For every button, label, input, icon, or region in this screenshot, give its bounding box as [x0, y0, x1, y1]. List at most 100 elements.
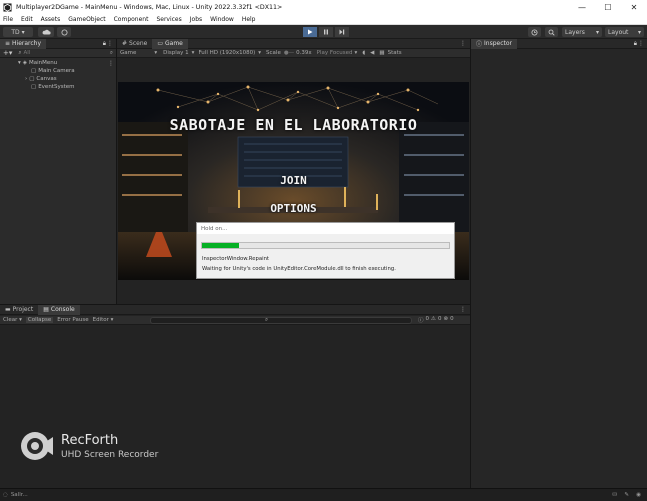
- layout-label: Layout: [608, 28, 629, 36]
- collab-icon: [61, 29, 67, 35]
- tab-game[interactable]: ▭ Game: [152, 38, 188, 49]
- tab-console[interactable]: ▤ Console: [38, 304, 80, 315]
- scene-icon: ◈: [22, 60, 27, 66]
- pause-button[interactable]: [319, 27, 333, 37]
- history-button[interactable]: [528, 27, 541, 37]
- title-bar: Multiplayer2DGame - MainMenu - Windows, …: [0, 0, 647, 14]
- menu-component[interactable]: Component: [114, 16, 149, 23]
- chevron-down-icon: ▾: [154, 50, 158, 56]
- menu-gameobject[interactable]: GameObject: [68, 16, 105, 23]
- step-button[interactable]: [335, 27, 349, 37]
- info-count: 0: [425, 316, 430, 322]
- more-icon[interactable]: ⋮: [460, 40, 466, 47]
- menu-edit[interactable]: Edit: [21, 16, 33, 23]
- status-text: Sallr...: [10, 492, 28, 498]
- layout-dropdown[interactable]: Layout ▾: [605, 27, 644, 37]
- more-icon[interactable]: ⋮: [107, 40, 113, 47]
- gizmos-icon[interactable]: ▦: [379, 50, 384, 56]
- play-button[interactable]: [303, 27, 317, 37]
- minimize-button[interactable]: —: [569, 3, 595, 12]
- cloud-icon: [42, 29, 51, 35]
- menu-help[interactable]: Help: [242, 16, 256, 23]
- tab-project[interactable]: ▬ Project: [0, 305, 38, 315]
- hierarchy-search-input[interactable]: All: [23, 50, 30, 56]
- watermark-subtitle: UHD Screen Recorder: [61, 449, 159, 460]
- chevron-down-icon: ▾: [354, 50, 358, 56]
- cloud-button[interactable]: [38, 27, 54, 37]
- hierarchy-item-eventsystem[interactable]: ▢ EventSystem: [31, 84, 74, 90]
- scale-slider[interactable]: ●—: [284, 50, 294, 56]
- display-dropdown[interactable]: Display 1: [163, 50, 189, 56]
- console-icon: ▤: [43, 306, 49, 313]
- audio-icon[interactable]: ◀: [370, 50, 374, 56]
- more-icon[interactable]: ⋮: [460, 306, 466, 313]
- history-icon: [531, 29, 538, 35]
- game-mode-dropdown[interactable]: Game: [120, 50, 136, 56]
- lock-icon[interactable]: 🔒︎: [103, 40, 106, 48]
- menu-window[interactable]: Window: [210, 16, 234, 23]
- info-icon: ⓘ: [476, 41, 483, 48]
- watermark-title: RecForth: [61, 432, 119, 448]
- play-focused-dropdown[interactable]: Play Focused: [317, 50, 353, 56]
- more-icon[interactable]: ⋮: [638, 40, 644, 47]
- search-icon: [548, 29, 555, 36]
- hierarchy-panel: ≡ Hierarchy 🔒︎ ⋮ +▾ ⌕ All ⌕ ▾ ◈ MainMenu…: [0, 38, 117, 304]
- chevron-down-icon: ▾: [258, 50, 262, 56]
- stats-button[interactable]: Stats: [388, 50, 402, 56]
- search-button[interactable]: [545, 27, 558, 37]
- collab-button[interactable]: [57, 27, 71, 37]
- layers-dropdown[interactable]: Layers ▾: [562, 27, 602, 37]
- tab-inspector[interactable]: ⓘ Inspector: [471, 38, 518, 49]
- menu-services[interactable]: Services: [156, 16, 181, 23]
- inspector-panel: ⓘ Inspector 🔒︎ ⋮: [470, 38, 647, 488]
- join-button[interactable]: JOIN: [118, 174, 469, 187]
- warning-count-icon[interactable]: ⚠: [431, 316, 436, 324]
- hierarchy-item-main-camera[interactable]: ▢ Main Camera: [31, 68, 75, 74]
- hierarchy-item-mainmenu[interactable]: ▾ ◈ MainMenu: [18, 60, 57, 66]
- hierarchy-item-canvas[interactable]: › ▢ Canvas: [25, 76, 57, 82]
- dialog-message: Waiting for Unity's code in UnityEditor.…: [202, 266, 396, 272]
- tab-scene[interactable]: # Scene: [117, 39, 152, 49]
- clear-button[interactable]: Clear ▾: [3, 317, 22, 323]
- editor-dropdown[interactable]: Editor ▾: [93, 317, 114, 323]
- debug-icon[interactable]: ✎: [624, 492, 629, 498]
- options-button[interactable]: OPTIONS: [118, 202, 469, 215]
- cache-server-icon[interactable]: ⛁: [612, 492, 617, 498]
- progress-fill: [202, 243, 240, 248]
- notifications-icon[interactable]: ◉: [636, 492, 641, 498]
- info-count-icon[interactable]: ⓘ: [418, 316, 424, 324]
- error-count-icon[interactable]: ⊗: [443, 316, 448, 324]
- menu-file[interactable]: File: [3, 16, 13, 23]
- lock-icon[interactable]: 🔒︎: [634, 40, 637, 48]
- collapse-button[interactable]: Collapse: [25, 317, 54, 323]
- error-pause-button[interactable]: Error Pause: [57, 317, 88, 323]
- more-icon[interactable]: ⋮: [108, 60, 114, 67]
- folder-icon: ▬: [5, 306, 11, 313]
- resolution-dropdown[interactable]: Full HD (1920x1080): [198, 50, 255, 56]
- search-options-icon[interactable]: ⌕: [110, 50, 113, 57]
- gameobject-icon: ▢: [31, 84, 37, 90]
- console-search-input[interactable]: ⌕: [150, 317, 412, 324]
- close-button[interactable]: ✕: [621, 3, 647, 12]
- menu-jobs[interactable]: Jobs: [190, 16, 202, 23]
- game-tabbar: # Scene ▭ Game ⋮: [117, 38, 470, 49]
- unity-logo-icon: [3, 2, 12, 12]
- play-icon: [308, 29, 313, 35]
- mute-icon[interactable]: ◖: [362, 50, 365, 56]
- account-label: TD ▾: [11, 28, 25, 36]
- maximize-button[interactable]: ☐: [595, 3, 621, 12]
- chevron-down-icon: ▾: [595, 28, 599, 36]
- chevron-right-icon: ›: [25, 76, 28, 82]
- search-icon: ⌕: [18, 49, 22, 56]
- window-title: Multiplayer2DGame - MainMenu - Windows, …: [16, 3, 283, 11]
- inspector-tabbar: ⓘ Inspector 🔒︎ ⋮: [471, 38, 647, 49]
- chevron-down-icon: ▾: [18, 60, 21, 66]
- menu-assets[interactable]: Assets: [41, 16, 61, 23]
- add-icon[interactable]: +▾: [3, 49, 12, 57]
- account-dropdown[interactable]: TD ▾: [3, 27, 33, 37]
- hierarchy-item-label: MainMenu: [29, 60, 58, 66]
- tab-console-label: Console: [50, 306, 75, 313]
- tab-project-label: Project: [12, 306, 34, 313]
- tab-hierarchy[interactable]: ≡ Hierarchy: [0, 38, 47, 49]
- hierarchy-icon: ≡: [5, 40, 11, 47]
